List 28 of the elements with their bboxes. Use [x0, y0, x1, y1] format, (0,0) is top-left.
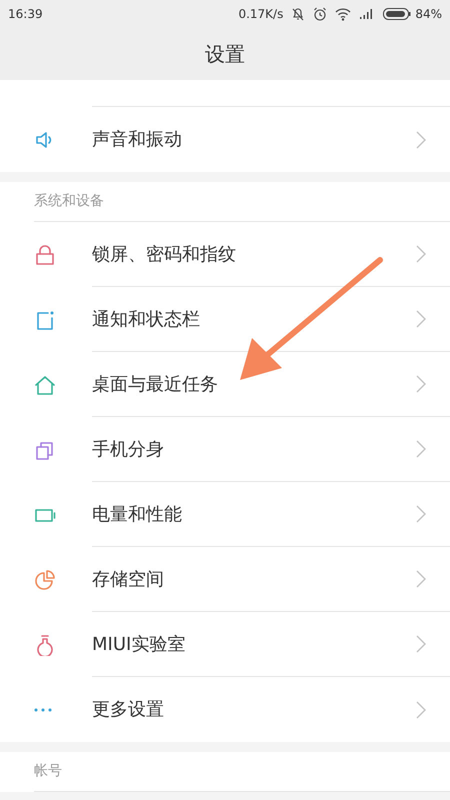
alarm-icon [313, 7, 328, 21]
chevron-right-icon [416, 375, 426, 393]
item-label: 声音和振动 [92, 128, 183, 152]
item-label: 手机分身 [92, 438, 165, 462]
item-label: MIUI实验室 [92, 632, 186, 656]
chevron-right-icon [416, 570, 426, 588]
bell-off-icon [291, 7, 306, 21]
chevron-right-icon [416, 245, 426, 263]
chevron-right-icon [416, 310, 426, 328]
chevron-right-icon [416, 130, 426, 148]
chevron-right-icon [416, 440, 426, 458]
wifi-icon [335, 8, 352, 20]
item-label: 桌面与最近任务 [92, 372, 219, 396]
chevron-right-icon [416, 635, 426, 653]
chevron-right-icon [416, 700, 426, 718]
section-header: 系统和设备 [34, 192, 104, 211]
section-header: 帐号 [34, 762, 62, 781]
network-speed: 0.17K/s [238, 6, 284, 23]
battery-percent: 84% [415, 6, 442, 23]
chevron-right-icon [416, 505, 426, 523]
page-title: 设置 [205, 41, 245, 68]
item-label: 更多设置 [92, 698, 165, 722]
item-label: 通知和状态栏 [92, 308, 201, 332]
item-label: 存储空间 [92, 568, 165, 592]
clock-time: 16:39 [8, 6, 43, 23]
item-label: 电量和性能 [92, 502, 183, 526]
item-label: 锁屏、密码和指纹 [92, 242, 237, 266]
battery-status-icon [383, 8, 412, 20]
